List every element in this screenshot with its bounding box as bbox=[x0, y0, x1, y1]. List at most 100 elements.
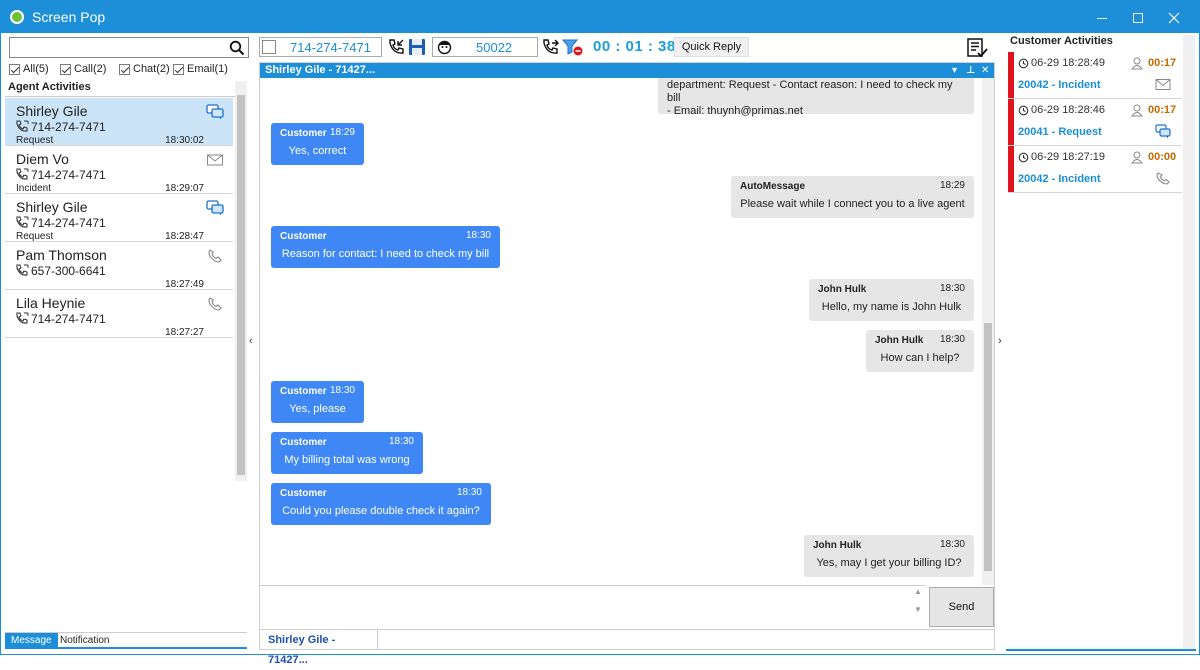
chat-scrollbar[interactable] bbox=[982, 78, 994, 585]
message-time: 18:29 bbox=[939, 180, 965, 191]
phone-call-icon bbox=[16, 168, 29, 180]
customer-activity-item[interactable]: 06-29 18:27:19 00:00 20042 - Incident bbox=[1008, 146, 1182, 193]
activity-phone: 714-274-7471 bbox=[31, 120, 106, 134]
message-time: 18:30 bbox=[456, 487, 482, 498]
message-bubble-customer: Customer 18:30 Yes, please bbox=[271, 381, 364, 423]
search-input[interactable] bbox=[9, 37, 249, 58]
chat-panel: Shirley Gile - 71427... ▾ ⊥ ✕ department… bbox=[259, 62, 995, 666]
quick-reply-button[interactable]: Quick Reply bbox=[674, 37, 749, 57]
collapse-left-chevron-icon[interactable]: ‹ bbox=[249, 335, 253, 347]
activity-datetime: 06-29 18:28:46 bbox=[1031, 104, 1106, 116]
agent-activity-list: Shirley Gile 714-274-7471 Request 18:30:… bbox=[5, 98, 235, 338]
filter-email[interactable]: Email(1) bbox=[173, 63, 228, 75]
activity-phone: 657-300-6641 bbox=[31, 264, 106, 278]
save-icon[interactable] bbox=[408, 38, 426, 56]
collapse-right-chevron-icon[interactable]: › bbox=[998, 335, 1002, 347]
message-bubble-agent: department: Request - Contact reason: I … bbox=[658, 78, 974, 117]
activity-phone: 714-274-7471 bbox=[31, 312, 106, 326]
email-icon bbox=[207, 154, 223, 166]
filter-email-checkbox[interactable] bbox=[173, 63, 184, 75]
activity-item[interactable]: Pam Thomson 657-300-6641 18:27:49 bbox=[5, 242, 233, 290]
checklist-icon[interactable] bbox=[965, 37, 989, 59]
user-icon bbox=[1131, 57, 1143, 70]
phone-call-icon bbox=[16, 216, 29, 228]
agent-id-field[interactable]: 50022 bbox=[432, 37, 538, 57]
filter-call[interactable]: Call(2) bbox=[60, 63, 106, 75]
message-sender: Customer bbox=[280, 386, 327, 397]
activity-time: 18:27:27 bbox=[165, 327, 204, 338]
customer-activities-panel: Customer Activities 06-29 18:28:49 00:17… bbox=[1006, 35, 1196, 649]
customer-activity-item[interactable]: 06-29 18:28:49 00:17 20042 - Incident bbox=[1008, 52, 1182, 99]
chat-scrollbar-thumb[interactable] bbox=[984, 323, 992, 571]
activity-phone: 714-274-7471 bbox=[31, 216, 106, 230]
history-icon bbox=[1018, 152, 1029, 163]
filter-block-icon[interactable] bbox=[562, 38, 584, 56]
message-text: How can I help? bbox=[880, 352, 960, 364]
history-icon bbox=[1018, 58, 1029, 69]
history-icon bbox=[1018, 105, 1029, 116]
message-text: Hello, my name is John Hulk bbox=[821, 301, 962, 313]
tab-chat-session[interactable]: Shirley Gile - 71427... bbox=[260, 630, 378, 666]
filter-email-label: Email(1) bbox=[187, 63, 228, 75]
activity-title-link[interactable]: 20041 - Request bbox=[1018, 126, 1102, 138]
activity-name: Shirley Gile bbox=[16, 199, 88, 215]
activity-item[interactable]: Shirley Gile 714-274-7471 Request 18:28:… bbox=[5, 194, 233, 242]
close-button[interactable] bbox=[1151, 1, 1197, 33]
filter-chat[interactable]: Chat(2) bbox=[119, 63, 170, 75]
left-panel: All(5) Call(2) Chat(2) Email(1) Agent Ac… bbox=[5, 37, 249, 649]
filter-chat-label: Chat(2) bbox=[133, 63, 170, 75]
phone-number-field[interactable]: 714-274-7471 bbox=[259, 37, 382, 57]
customer-activity-item[interactable]: 06-29 18:28:46 00:17 20041 - Request bbox=[1008, 99, 1182, 146]
activity-name: Shirley Gile bbox=[16, 103, 88, 119]
message-text: Yes, please bbox=[289, 403, 346, 415]
message-bubble-agent: AutoMessage 18:29 Please wait while I co… bbox=[731, 176, 974, 218]
message-input[interactable] bbox=[260, 585, 926, 627]
input-scroll-arrows[interactable]: ▲ ▼ bbox=[912, 587, 924, 627]
message-sender: John Hulk bbox=[813, 540, 862, 551]
message-text: department: Request - Contact reason: I … bbox=[667, 79, 965, 118]
chat-icon bbox=[206, 200, 224, 216]
chat-header-title: Shirley Gile - 71427... bbox=[265, 64, 376, 76]
activity-type: Request bbox=[16, 135, 54, 146]
message-sender: John Hulk bbox=[818, 284, 867, 295]
chat-dropdown-icon[interactable]: ▾ bbox=[952, 63, 957, 78]
call-toolbar: 714-274-7471 50022 00 : 01 : 38 Quick Re… bbox=[259, 37, 995, 59]
message-bubble-agent: John Hulk 18:30 How can I help? bbox=[866, 330, 974, 372]
phone-icon bbox=[208, 297, 222, 311]
filter-all[interactable]: All(5) bbox=[9, 63, 49, 75]
phone-number-value: 714-274-7471 bbox=[290, 40, 371, 55]
activity-type: Request bbox=[16, 231, 54, 242]
priority-bar bbox=[1008, 52, 1014, 98]
message-time: 18:30 bbox=[939, 283, 965, 294]
activity-item[interactable]: Diem Vo 714-274-7471 Incident 18:29:07 bbox=[5, 146, 233, 194]
chat-pin-icon[interactable]: ⊥ bbox=[966, 63, 975, 78]
filter-chat-checkbox[interactable] bbox=[119, 63, 130, 75]
activity-item[interactable]: Lila Heynie 714-274-7471 18:27:27 bbox=[5, 290, 233, 338]
activity-title-link[interactable]: 20042 - Incident bbox=[1018, 79, 1101, 91]
maximize-icon bbox=[1133, 13, 1143, 24]
incoming-call-icon[interactable] bbox=[388, 38, 406, 56]
activity-item[interactable]: Shirley Gile 714-274-7471 Request 18:30:… bbox=[5, 98, 233, 146]
message-text: Yes, correct bbox=[288, 145, 347, 157]
transfer-call-icon[interactable] bbox=[542, 38, 560, 56]
phone-icon bbox=[208, 249, 222, 263]
phone-call-icon bbox=[16, 312, 29, 324]
filter-call-label: Call(2) bbox=[74, 63, 107, 75]
activity-time: 18:27:49 bbox=[165, 279, 204, 290]
left-scrollbar-thumb[interactable] bbox=[237, 95, 245, 475]
left-scrollbar[interactable] bbox=[235, 81, 247, 481]
send-button[interactable]: Send bbox=[929, 587, 994, 627]
message-sender: Customer bbox=[280, 128, 327, 139]
minimize-icon bbox=[1097, 17, 1107, 19]
filter-all-checkbox[interactable] bbox=[9, 63, 20, 75]
filter-call-checkbox[interactable] bbox=[60, 63, 71, 75]
activity-time: 18:30:02 bbox=[165, 135, 204, 146]
search-icon[interactable] bbox=[229, 40, 245, 56]
activity-title-link[interactable]: 20042 - Incident bbox=[1018, 173, 1101, 185]
title-bar[interactable]: Screen Pop bbox=[1, 1, 1199, 33]
chat-messages: department: Request - Contact reason: I … bbox=[260, 78, 982, 585]
chat-close-icon[interactable]: ✕ bbox=[981, 63, 989, 78]
message-sender: Customer bbox=[280, 231, 327, 242]
message-time: 18:30 bbox=[939, 334, 965, 345]
right-scrollbar[interactable] bbox=[1183, 35, 1195, 649]
